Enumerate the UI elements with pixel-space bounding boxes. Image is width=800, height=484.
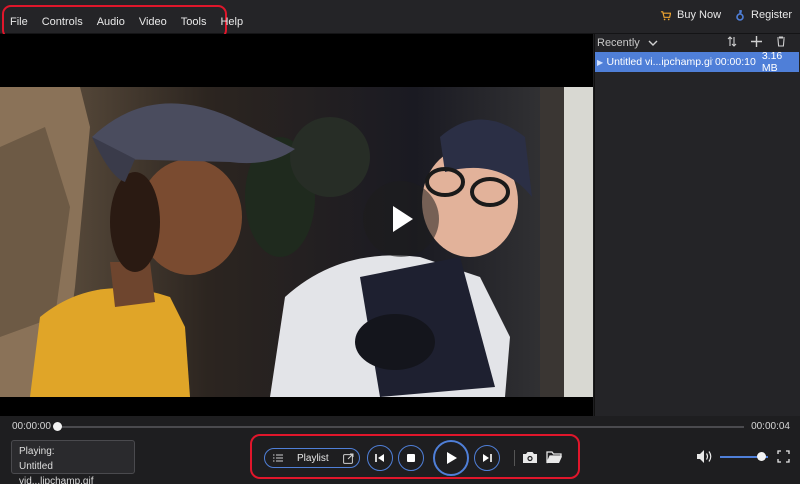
register-label: Register (751, 9, 792, 21)
menu-tools[interactable]: Tools (181, 16, 207, 28)
total-time: 00:00:04 (751, 421, 790, 432)
list-icon (273, 454, 283, 462)
playlist-panel: Recently ▶ Untitled vi...ipchamp.gif 00:… (594, 34, 800, 416)
skip-forward-icon (483, 454, 492, 462)
now-playing-box: Playing: Untitled vid...lipchamp.gif (11, 440, 135, 484)
video-frame-image (0, 87, 593, 397)
playing-indicator-icon: ▶ (597, 57, 604, 67)
play-button[interactable] (433, 440, 469, 476)
playback-controls: Playlist (250, 434, 580, 479)
previous-button[interactable] (367, 445, 393, 471)
key-icon (736, 10, 744, 21)
playlist-item-size: 3.16 MB (761, 50, 783, 74)
chevron-down-icon (648, 40, 658, 46)
sort-dropdown[interactable]: Recently (597, 37, 658, 49)
menu-file[interactable]: File (10, 16, 28, 28)
playlist-item[interactable]: ▶ Untitled vi...ipchamp.gif 00:00:10 3.1… (595, 50, 799, 74)
top-bar: File Controls Audio Video Tools Help Buy… (0, 0, 800, 39)
buy-now-label: Buy Now (677, 9, 722, 21)
playlist-label: Playlist (297, 452, 329, 464)
buy-now-link[interactable]: Buy Now (660, 9, 721, 21)
seek-bar[interactable] (56, 426, 744, 428)
volume-icon[interactable] (696, 449, 713, 467)
skip-back-icon (375, 454, 384, 462)
register-link[interactable]: Register (735, 9, 792, 21)
now-playing-label: Playing: (19, 446, 55, 457)
volume-handle[interactable] (756, 452, 766, 461)
add-icon[interactable] (751, 36, 762, 47)
folder-icon[interactable] (546, 451, 563, 467)
stop-button[interactable] (398, 445, 424, 471)
next-button[interactable] (474, 445, 500, 471)
menu-controls[interactable]: Controls (42, 16, 83, 28)
cart-icon (660, 10, 671, 20)
seek-handle[interactable] (53, 422, 62, 431)
now-playing-file: Untitled vid...lipchamp.gif (19, 461, 94, 484)
fullscreen-icon[interactable] (777, 450, 790, 466)
trash-icon[interactable] (776, 36, 786, 47)
menu-audio[interactable]: Audio (97, 16, 125, 28)
center-play-button[interactable] (363, 181, 439, 257)
sort-label: Recently (597, 37, 640, 49)
sort-icon[interactable] (727, 36, 737, 47)
playlist-tools (713, 36, 786, 47)
video-frame (0, 87, 593, 397)
top-right-links: Buy Now Register (646, 9, 792, 21)
play-icon (393, 206, 413, 232)
camera-icon[interactable] (522, 451, 538, 467)
stop-icon (407, 454, 415, 462)
playlist-toggle-button[interactable]: Playlist (264, 448, 360, 468)
play-icon (446, 452, 457, 464)
playlist-item-name: Untitled vi...ipchamp.gif (606, 56, 713, 68)
menu-help[interactable]: Help (220, 16, 243, 28)
external-icon (342, 453, 354, 464)
playlist-item-duration: 00:00:10 (714, 56, 756, 68)
video-viewport[interactable] (0, 34, 593, 416)
controls-divider (514, 450, 515, 466)
current-time: 00:00:00 (12, 421, 51, 432)
menu-video[interactable]: Video (139, 16, 167, 28)
